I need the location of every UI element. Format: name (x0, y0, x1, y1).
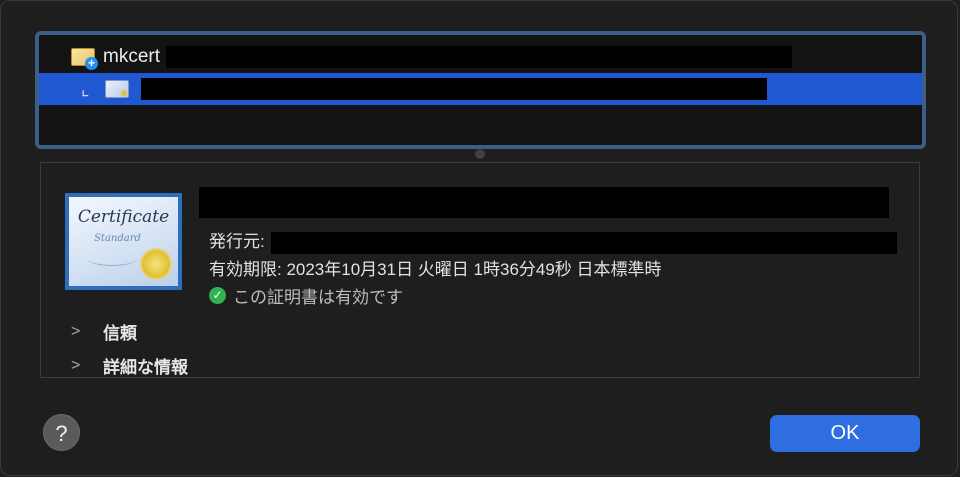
issuer-line: 発行元: (209, 227, 897, 254)
ok-button[interactable]: OK (770, 415, 920, 452)
redacted-leaf-name (141, 78, 767, 100)
root-certificate-icon: + (71, 48, 98, 70)
certificate-chain-list[interactable]: + mkcert ⌞ (35, 31, 926, 149)
expiry-line: 有効期限: 2023年10月31日 火曜日 1時36分49秒 日本標準時 (209, 260, 662, 279)
chain-item-leaf[interactable]: ⌞ (39, 73, 922, 105)
validity-status-text: この証明書は有効です (233, 288, 403, 307)
certificate-icon-title: Certificate (77, 207, 170, 227)
trust-disclosure[interactable]: > 信頼 (71, 319, 137, 344)
validity-status: ✓ この証明書は有効です (209, 283, 403, 308)
certificate-icon-subtitle: Standard (94, 233, 141, 244)
details-label: 詳細な情報 (103, 358, 188, 377)
redacted-certificate-name (199, 187, 889, 218)
certificate-large-icon: Certificate Standard (65, 193, 182, 290)
help-button[interactable]: ? (43, 414, 80, 451)
check-circle-icon: ✓ (209, 287, 226, 304)
chevron-right-icon: > (71, 356, 81, 374)
issuer-label: 発行元: (209, 232, 265, 251)
split-view-handle[interactable] (475, 149, 485, 159)
seal-icon (142, 250, 170, 278)
tree-arrow-icon: ⌞ (81, 78, 90, 99)
trust-label: 信頼 (103, 324, 137, 343)
chain-item-root[interactable]: + mkcert (39, 41, 922, 73)
chain-item-root-label: mkcert (103, 46, 160, 67)
certificate-dialog: + mkcert ⌞ Certificate Standard 発行元: 有効期… (0, 0, 958, 476)
details-disclosure[interactable]: > 詳細な情報 (71, 353, 188, 378)
redacted-issuer (270, 231, 897, 254)
chevron-right-icon: > (71, 322, 81, 340)
redacted-root-name (166, 46, 792, 68)
certificate-details-panel: Certificate Standard 発行元: 有効期限: 2023年10月… (40, 162, 920, 378)
leaf-certificate-icon (105, 80, 129, 98)
